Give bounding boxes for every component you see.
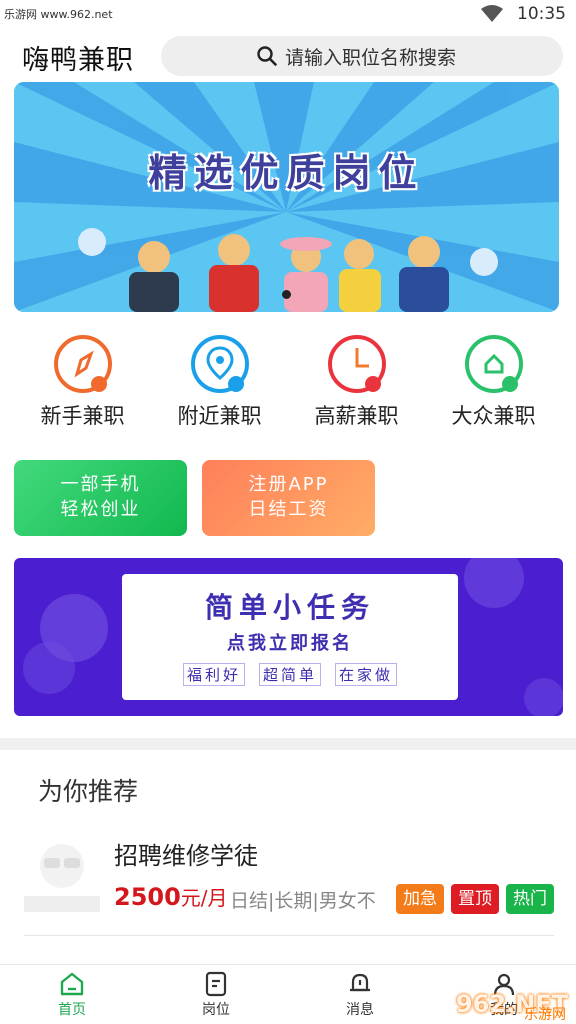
section-divider xyxy=(0,738,576,750)
tab-label: 消息 xyxy=(346,1002,374,1018)
wifi-icon xyxy=(481,5,503,22)
search-input[interactable]: 请输入职位名称搜索 xyxy=(161,36,563,76)
document-icon xyxy=(205,971,227,997)
status-icons: 10:35 xyxy=(481,4,566,24)
category-label: 大众兼职 xyxy=(451,404,536,428)
task-banner[interactable]: 简单小任务 点我立即报名 福利好 超简单 在家做 xyxy=(14,558,563,716)
job-tags: 加急 置顶 热门 xyxy=(396,884,554,914)
category-high-pay[interactable]: 高薪兼职 xyxy=(288,334,425,430)
tab-label: 岗位 xyxy=(202,1002,230,1018)
home-tab-icon xyxy=(60,972,84,996)
status-bar: 乐游网 www.962.net 10:35 xyxy=(0,0,576,28)
banner-background xyxy=(14,82,559,312)
location-icon xyxy=(190,335,249,393)
status-watermark: 乐游网 www.962.net xyxy=(4,8,113,21)
salary-amount: 2500 xyxy=(114,883,181,911)
promo-line: 注册APP xyxy=(248,474,329,495)
company-logo xyxy=(24,844,100,912)
promo-line: 轻松创业 xyxy=(60,499,141,520)
promo-banner[interactable]: 精选优质岗位 xyxy=(14,82,559,312)
task-subtitle: 点我立即报名 xyxy=(227,633,353,654)
search-placeholder: 请输入职位名称搜索 xyxy=(285,46,457,69)
tab-jobs[interactable]: 岗位 xyxy=(144,965,288,1024)
task-tag: 超简单 xyxy=(258,663,321,686)
category-newbie[interactable]: 新手兼职 xyxy=(14,334,151,430)
promo-register-app[interactable]: 注册APP 日结工资 xyxy=(202,460,375,536)
tag-hot: 热门 xyxy=(506,884,554,914)
promo-line: 一部手机 xyxy=(60,474,141,495)
category-label: 新手兼职 xyxy=(40,404,125,428)
bell-icon xyxy=(350,973,370,992)
promo-start-business[interactable]: 一部手机 轻松创业 xyxy=(14,460,187,536)
tag-pinned: 置顶 xyxy=(451,884,499,914)
category-label: 附近兼职 xyxy=(177,404,262,428)
job-title: 招聘维修学徒 xyxy=(114,842,258,870)
tab-label: 首页 xyxy=(58,1002,86,1018)
job-meta: 日结|长期|男女不 xyxy=(230,890,376,912)
clock-icon xyxy=(327,335,386,393)
job-card[interactable]: 招聘维修学徒 2500元/月 日结|长期|男女不 加急 置顶 热门 xyxy=(24,832,554,936)
salary-unit: 元/月 xyxy=(180,886,228,910)
header: 嗨鸭兼职 请输入职位名称搜索 xyxy=(0,34,576,78)
compass-icon xyxy=(53,335,112,393)
task-card: 简单小任务 点我立即报名 福利好 超简单 在家做 xyxy=(122,574,458,700)
task-tags: 福利好 超简单 在家做 xyxy=(122,663,458,686)
watermark-text: 乐游网 xyxy=(524,1007,566,1023)
task-tag: 福利好 xyxy=(182,663,245,686)
status-time: 10:35 xyxy=(517,4,566,24)
category-grid: 新手兼职 附近兼职 高薪兼职 大众兼职 xyxy=(0,334,576,430)
category-nearby[interactable]: 附近兼职 xyxy=(151,334,288,430)
search-icon xyxy=(257,46,277,66)
tab-messages[interactable]: 消息 xyxy=(288,965,432,1024)
task-title: 简单小任务 xyxy=(204,591,375,624)
task-tag: 在家做 xyxy=(335,663,398,686)
tag-urgent: 加急 xyxy=(396,884,444,914)
section-title: 为你推荐 xyxy=(38,777,139,806)
home-icon xyxy=(464,335,523,393)
banner-title: 精选优质岗位 xyxy=(148,151,425,195)
app-title: 嗨鸭兼职 xyxy=(22,45,134,76)
category-general[interactable]: 大众兼职 xyxy=(425,334,562,430)
carousel-indicator[interactable] xyxy=(282,290,291,299)
category-label: 高薪兼职 xyxy=(314,404,399,428)
promo-line: 日结工资 xyxy=(248,499,329,520)
job-salary: 2500元/月 xyxy=(114,882,228,911)
tab-home[interactable]: 首页 xyxy=(0,965,144,1024)
